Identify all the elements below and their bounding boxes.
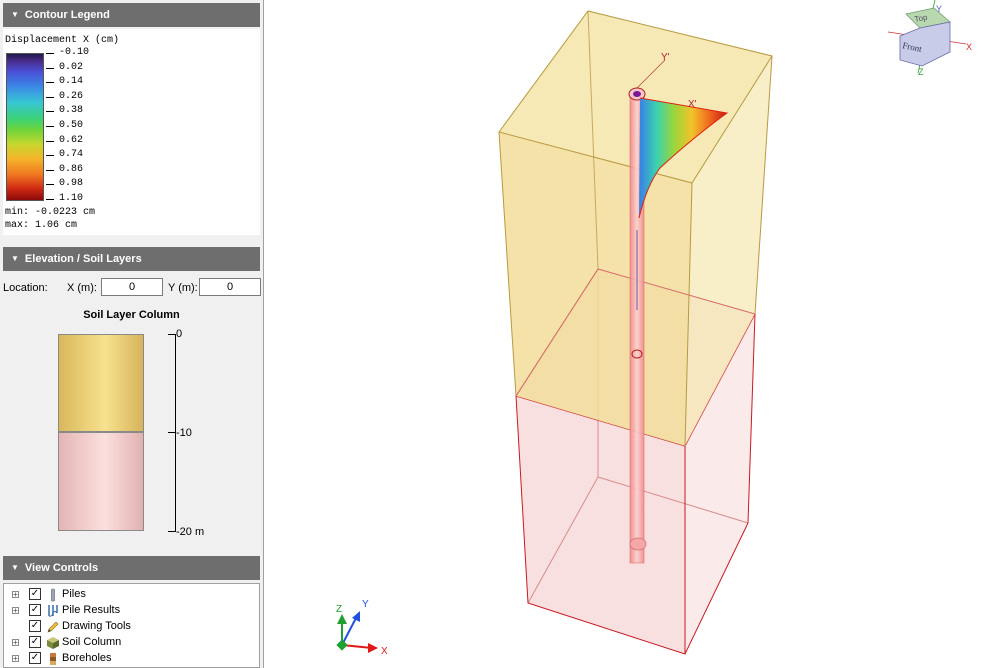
tree-item-boreholes[interactable]: + ✓ Boreholes bbox=[4, 651, 254, 667]
triad-y-label: Y bbox=[362, 599, 369, 610]
legend-tick bbox=[46, 126, 54, 127]
axis-label-0: 0 bbox=[176, 328, 183, 340]
tree-item-piles[interactable]: + ✓ Piles bbox=[4, 587, 254, 603]
navigation-cube[interactable]: Top Front Y X Z bbox=[887, 0, 972, 77]
legend-tick-label: 1.10 bbox=[59, 193, 84, 204]
tree-label: Pile Results bbox=[62, 604, 121, 616]
legend-tick bbox=[46, 53, 54, 54]
soil-column-title: Soil Layer Column bbox=[83, 309, 180, 321]
elevation-panel: Location: X (m): 0 Y (m): 0 Soil Layer C… bbox=[3, 272, 261, 547]
y-label: Y (m): bbox=[168, 282, 198, 294]
view-controls-header-label: View Controls bbox=[24, 562, 99, 574]
expand-icon[interactable]: + bbox=[12, 639, 19, 647]
legend-tick-label: 0.98 bbox=[59, 178, 84, 190]
expand-icon[interactable]: + bbox=[12, 607, 19, 615]
legend-tick bbox=[46, 67, 54, 69]
legend-tick bbox=[46, 169, 54, 171]
tree-item-drawing-tools[interactable]: ✓ Drawing Tools bbox=[4, 619, 254, 635]
x-input[interactable]: 0 bbox=[101, 278, 163, 296]
checkbox-piles[interactable]: ✓ bbox=[29, 588, 41, 600]
cube-axis-z: Z bbox=[918, 67, 924, 77]
checkbox-boreholes[interactable]: ✓ bbox=[29, 652, 41, 664]
axis-label-20: -20 m bbox=[176, 526, 205, 538]
view-controls-tree: + ✓ Piles + ✓ Pile Results ✓ Drawing Too… bbox=[3, 583, 260, 668]
legend-tick-label: 0.62 bbox=[59, 134, 84, 146]
soil-layer-1[interactable] bbox=[58, 334, 144, 432]
soil-layer-2[interactable] bbox=[58, 432, 144, 531]
collapse-triangle-icon[interactable]: ▼ bbox=[11, 254, 19, 263]
legend-min: min: -0.0223 cm bbox=[5, 207, 96, 218]
contour-legend-header-label: Contour Legend bbox=[24, 9, 110, 21]
contour-legend: Displacement X (cm) -0.10 0.02 0.14 0.26 0.3… bbox=[3, 29, 260, 235]
legend-tick-label: 0.14 bbox=[59, 76, 84, 88]
tree-label: Piles bbox=[62, 588, 86, 600]
checkbox-drawing-tools[interactable]: ✓ bbox=[29, 620, 41, 632]
legend-tick bbox=[46, 82, 54, 84]
legend-tick bbox=[46, 140, 54, 142]
expand-icon[interactable]: + bbox=[12, 591, 19, 599]
tree-item-soil-column[interactable]: + ✓ Soil Column bbox=[4, 635, 254, 651]
x-label: X (m): bbox=[67, 282, 97, 294]
contour-legend-header[interactable]: ▼ Contour Legend bbox=[3, 3, 260, 27]
soil-cube-icon bbox=[47, 637, 59, 649]
tree-label: Boreholes bbox=[62, 652, 112, 664]
checkbox-soil-column[interactable]: ✓ bbox=[29, 636, 41, 648]
pile-icon bbox=[51, 588, 55, 602]
legend-tick-label: 0.50 bbox=[59, 120, 84, 131]
legend-tick bbox=[46, 111, 54, 113]
cube-axis-x: X bbox=[966, 42, 972, 52]
left-panel: ▼ Contour Legend Displacement X (cm) -0.1… bbox=[0, 0, 264, 668]
legend-max: max: 1.06 cm bbox=[5, 220, 78, 231]
axis-tick bbox=[168, 334, 176, 335]
tree-label: Soil Column bbox=[62, 636, 122, 648]
legend-tick-label: 0.26 bbox=[59, 90, 84, 102]
cube-axis-y: Y bbox=[936, 4, 942, 14]
legend-tick-label: 0.74 bbox=[59, 149, 84, 161]
local-y-axis-label: Y' bbox=[661, 52, 670, 63]
legend-tick bbox=[46, 155, 54, 157]
legend-colorbar bbox=[6, 53, 44, 201]
y-input[interactable]: 0 bbox=[199, 278, 261, 296]
borehole-icon bbox=[50, 653, 56, 665]
tree-item-pile-results[interactable]: + ✓ Pile Results bbox=[4, 603, 254, 619]
axis-tick bbox=[168, 432, 176, 433]
expand-icon[interactable]: + bbox=[12, 655, 19, 663]
legend-tick-label: 0.02 bbox=[59, 61, 84, 73]
legend-title: Displacement X (cm) bbox=[5, 35, 120, 46]
legend-tick-label: 0.38 bbox=[59, 105, 84, 117]
legend-tick-label: -0.10 bbox=[59, 47, 90, 58]
legend-tick bbox=[46, 184, 54, 186]
legend-tick bbox=[46, 96, 54, 98]
collapse-triangle-icon[interactable]: ▼ bbox=[11, 10, 19, 19]
view-controls-header[interactable]: ▼ View Controls bbox=[3, 556, 260, 580]
checkbox-pile-results[interactable]: ✓ bbox=[29, 604, 41, 616]
triad-z-label: Z bbox=[336, 604, 342, 615]
legend-tick-label: 0.86 bbox=[59, 163, 84, 175]
location-label: Location: bbox=[3, 282, 48, 294]
legend-tick bbox=[46, 199, 54, 200]
axis-tick bbox=[168, 531, 176, 532]
local-x-axis-label: X' bbox=[688, 99, 697, 110]
elevation-header[interactable]: ▼ Elevation / Soil Layers bbox=[3, 247, 260, 271]
pile-results-icon bbox=[48, 605, 58, 617]
elevation-header-label: Elevation / Soil Layers bbox=[24, 253, 142, 265]
pencil-icon bbox=[47, 621, 59, 633]
3d-viewport[interactable]: Y' X' Top Front Y X Z Z Y X bbox=[272, 0, 1002, 668]
triad-x-label: X bbox=[381, 646, 388, 657]
tree-label: Drawing Tools bbox=[62, 620, 131, 632]
axis-triad: Z Y X bbox=[336, 599, 388, 657]
collapse-triangle-icon[interactable]: ▼ bbox=[11, 563, 19, 572]
axis-label-10: -10 bbox=[176, 427, 192, 439]
